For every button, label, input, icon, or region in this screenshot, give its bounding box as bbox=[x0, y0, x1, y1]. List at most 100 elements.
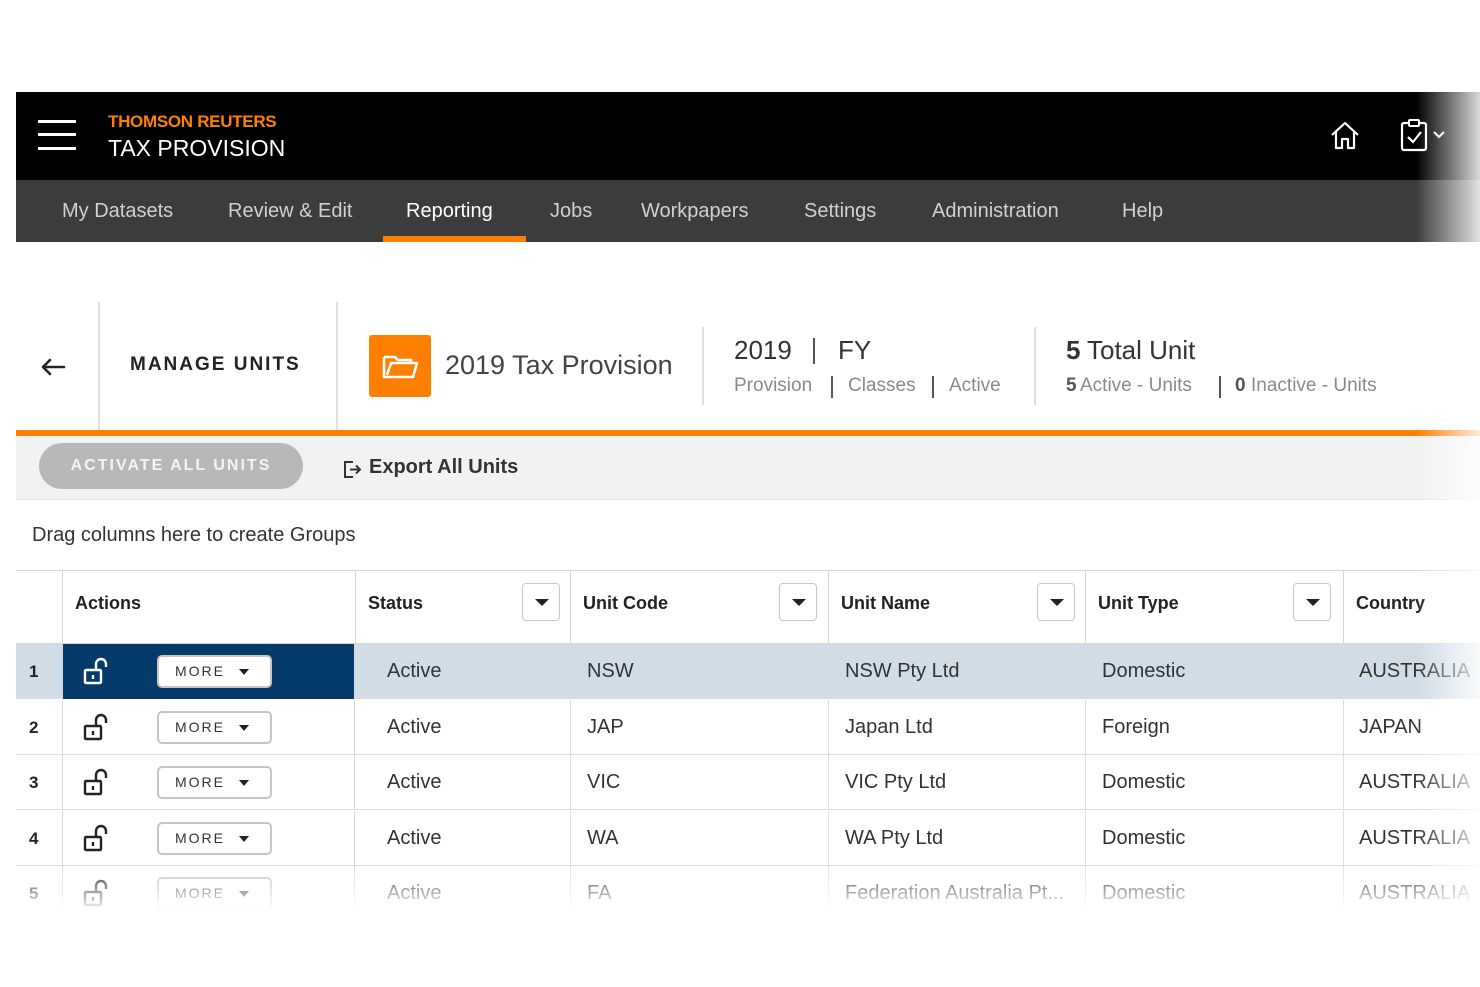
status-cell: Active bbox=[387, 882, 442, 904]
caret-down-icon bbox=[239, 780, 249, 786]
column-header-actions[interactable]: Actions bbox=[62, 571, 355, 644]
cell-divider bbox=[1085, 866, 1086, 912]
brand-logo-text: THOMSON REUTERS bbox=[108, 112, 277, 131]
cell-divider bbox=[1343, 810, 1344, 866]
unlock-icon[interactable] bbox=[83, 657, 109, 685]
dataset-name: 2019 Tax Provision bbox=[445, 350, 673, 380]
column-header-unit-name[interactable]: Unit Name bbox=[828, 571, 1085, 644]
unlock-icon[interactable] bbox=[83, 879, 109, 907]
unit-name-filter-dropdown[interactable] bbox=[1037, 583, 1075, 621]
unit-code-cell: VIC bbox=[587, 771, 621, 793]
country-cell: AUSTRALIA bbox=[1359, 882, 1471, 904]
caret-down-icon bbox=[239, 835, 249, 842]
nav-reporting[interactable]: Reporting bbox=[406, 180, 493, 242]
more-button-label: MORE bbox=[175, 718, 225, 735]
export-icon[interactable] bbox=[341, 458, 363, 480]
more-button-label: MORE bbox=[175, 885, 225, 901]
nav-settings[interactable]: Settings bbox=[804, 180, 876, 242]
cell-divider bbox=[1343, 699, 1344, 755]
table-row[interactable]: 1 MORE Active NSW NSW Pty Ltd Domestic A… bbox=[16, 644, 1480, 699]
active-unit-label: Active - Units bbox=[1080, 375, 1192, 396]
status-filter-dropdown[interactable] bbox=[522, 583, 560, 621]
main-nav: My Datasets Review & Edit Reporting Jobs… bbox=[16, 180, 1480, 242]
group-drop-zone[interactable]: Drag columns here to create Groups bbox=[32, 524, 356, 547]
nav-administration[interactable]: Administration bbox=[932, 180, 1059, 242]
cell-divider bbox=[570, 755, 571, 810]
separator bbox=[831, 376, 833, 398]
table-row[interactable]: 3 MORE Active VIC VIC Pty Ltd Domestic A… bbox=[16, 755, 1480, 810]
row-number: 2 bbox=[29, 717, 39, 737]
toolbar: ACTIVATE ALL UNITS Export All Units bbox=[16, 436, 1480, 500]
nav-workpapers[interactable]: Workpapers bbox=[641, 180, 748, 242]
column-header-status[interactable]: Status bbox=[355, 571, 570, 644]
row-actions: MORE bbox=[62, 810, 355, 866]
dataset-year: 2019 bbox=[734, 335, 792, 365]
caret-down-icon bbox=[239, 669, 249, 675]
column-header-country[interactable]: Country bbox=[1343, 571, 1480, 644]
total-unit-count: 5 bbox=[1066, 335, 1081, 365]
unit-name-cell: Federation Australia Pt... bbox=[845, 882, 1065, 904]
cell-divider bbox=[1343, 866, 1344, 912]
table-row[interactable]: 5 MORE Active FA Federation Australia Pt… bbox=[16, 866, 1480, 912]
row-number: 4 bbox=[29, 828, 39, 848]
nav-jobs[interactable]: Jobs bbox=[550, 180, 592, 242]
inactive-unit-label: Inactive - Units bbox=[1251, 375, 1377, 396]
column-header-unit-code[interactable]: Unit Code bbox=[570, 571, 828, 644]
unit-name-cell: WA Pty Ltd bbox=[845, 826, 944, 849]
cell-divider bbox=[570, 866, 571, 912]
export-all-units-button[interactable]: Export All Units bbox=[369, 456, 518, 479]
dataset-tile bbox=[369, 335, 431, 397]
unit-code-filter-dropdown[interactable] bbox=[779, 583, 817, 621]
app-window: THOMSON REUTERS TAX PROVISION My Dataset… bbox=[16, 92, 1480, 912]
cell-divider bbox=[570, 810, 571, 866]
table-row[interactable]: 4 MORE Active WA WA Pty Ltd Domestic AUS… bbox=[16, 810, 1480, 866]
cell-divider bbox=[828, 699, 829, 755]
classes-label: Classes bbox=[848, 375, 916, 396]
column-header-unit-type[interactable]: Unit Type bbox=[1085, 571, 1343, 644]
more-button[interactable]: MORE bbox=[157, 655, 272, 688]
cell-divider bbox=[1085, 644, 1086, 699]
home-icon[interactable] bbox=[1328, 118, 1362, 152]
row-actions: MORE bbox=[62, 755, 355, 810]
more-button-label: MORE bbox=[175, 663, 225, 679]
back-arrow-icon[interactable] bbox=[38, 352, 68, 382]
folder-open-icon bbox=[382, 355, 419, 379]
unlock-icon[interactable] bbox=[83, 824, 109, 852]
unlock-icon[interactable] bbox=[83, 713, 109, 741]
more-button-label: MORE bbox=[175, 774, 225, 790]
task-checklist-icon[interactable] bbox=[1399, 118, 1449, 152]
divider bbox=[336, 302, 338, 432]
grid-header: Actions Status Unit Code Unit Name Unit … bbox=[16, 570, 1480, 644]
separator bbox=[1219, 376, 1221, 398]
unit-name-cell: VIC Pty Ltd bbox=[845, 771, 947, 793]
divider bbox=[702, 327, 704, 405]
row-number: 5 bbox=[29, 884, 39, 903]
more-button[interactable]: MORE bbox=[157, 821, 272, 855]
row-number: 3 bbox=[29, 773, 39, 792]
nav-review-edit[interactable]: Review & Edit bbox=[228, 180, 353, 242]
more-button[interactable]: MORE bbox=[157, 766, 272, 799]
unit-type-cell: Domestic bbox=[1102, 660, 1186, 682]
row-actions: MORE bbox=[62, 699, 355, 755]
country-cell: AUSTRALIA bbox=[1359, 826, 1471, 849]
cell-divider bbox=[570, 644, 571, 699]
row-actions: MORE bbox=[62, 644, 355, 699]
page-title: MANAGE UNITS bbox=[130, 354, 301, 375]
nav-my-datasets[interactable]: My Datasets bbox=[62, 180, 173, 242]
hamburger-menu-icon[interactable] bbox=[38, 118, 78, 152]
unlock-icon[interactable] bbox=[83, 768, 109, 796]
cell-divider bbox=[828, 644, 829, 699]
unit-type-filter-dropdown[interactable] bbox=[1293, 583, 1331, 621]
country-cell: AUSTRALIA bbox=[1359, 771, 1471, 793]
activate-all-units-button[interactable]: ACTIVATE ALL UNITS bbox=[39, 443, 303, 489]
status-cell: Active bbox=[387, 715, 442, 738]
country-cell: JAPAN bbox=[1359, 715, 1422, 738]
nav-help[interactable]: Help bbox=[1122, 180, 1163, 242]
unit-code-cell: FA bbox=[587, 882, 612, 904]
cell-divider bbox=[828, 866, 829, 912]
separator bbox=[813, 338, 815, 364]
more-button[interactable]: MORE bbox=[157, 877, 272, 910]
divider bbox=[1034, 327, 1036, 405]
more-button[interactable]: MORE bbox=[157, 710, 272, 744]
table-row[interactable]: 2 MORE Active JAP Japan Ltd Foreign JAPA… bbox=[16, 699, 1480, 755]
